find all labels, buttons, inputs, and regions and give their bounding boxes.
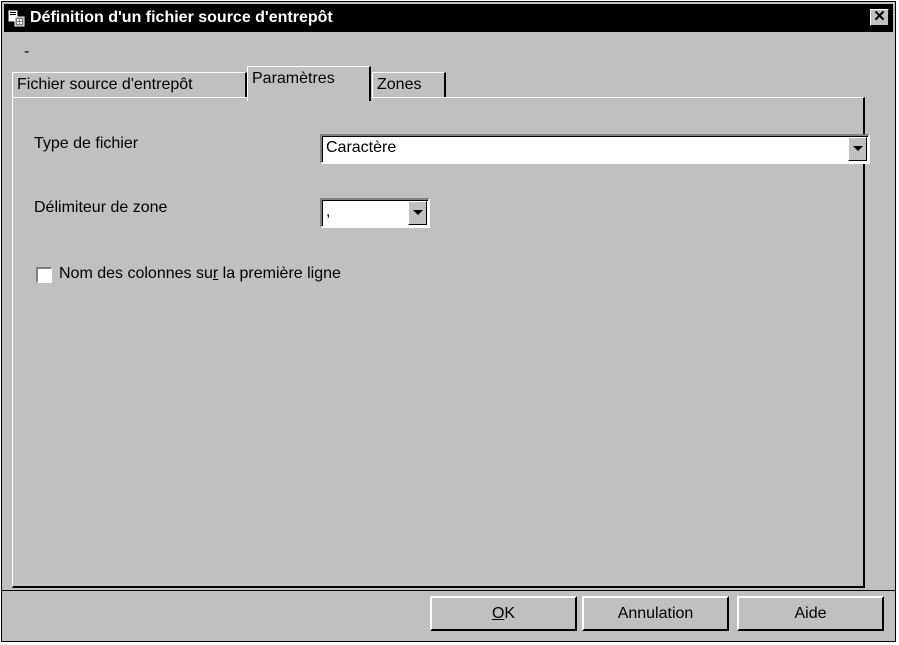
- ok-button[interactable]: OK: [430, 596, 577, 631]
- tab-zones[interactable]: Zones: [372, 72, 446, 98]
- help-label: Aide: [794, 605, 827, 622]
- button-bar-divider: [2, 590, 895, 591]
- ok-mnemonic: O: [491, 605, 505, 622]
- dialog-window: Définition d'un fichier source d'entrepô…: [1, 1, 896, 642]
- cancel-button[interactable]: Annulation: [582, 596, 729, 631]
- header-row-checkbox[interactable]: [36, 267, 52, 283]
- tab-panel: [12, 97, 865, 588]
- close-button[interactable]: ✕: [870, 9, 889, 26]
- delimiter-label: Délimiteur de zone: [34, 199, 168, 216]
- label-part: la première ligne: [218, 265, 341, 282]
- title-bar[interactable]: Définition d'un fichier source d'entrepô…: [4, 4, 893, 32]
- menu-placeholder: -: [24, 43, 30, 60]
- file-type-value: Caractère: [326, 139, 397, 156]
- tab-warehouse-source[interactable]: Fichier source d'entrepôt: [12, 72, 247, 98]
- file-type-dropdown-button[interactable]: [848, 137, 867, 161]
- delimiter-value: ,: [326, 203, 331, 220]
- chevron-down-icon: [853, 146, 863, 151]
- warehouse-file-icon: [7, 9, 25, 27]
- header-row-checkbox-label[interactable]: Nom des colonnes sur la première ligne: [59, 265, 341, 283]
- chevron-down-icon: [413, 210, 423, 215]
- tab-label: Paramètres: [252, 70, 335, 87]
- close-icon: ✕: [873, 8, 886, 25]
- cancel-label: Annulation: [617, 605, 694, 622]
- tab-label: Zones: [377, 76, 422, 93]
- help-button[interactable]: Aide: [737, 596, 884, 631]
- file-type-select[interactable]: Caractère: [320, 134, 870, 164]
- window-title: Définition d'un fichier source d'entrepô…: [30, 9, 333, 26]
- tab-parameters[interactable]: Paramètres: [247, 66, 371, 101]
- tab-label: Fichier source d'entrepôt: [17, 76, 193, 93]
- file-type-label: Type de fichier: [34, 135, 139, 152]
- label-part: Nom des colonnes su: [59, 265, 213, 282]
- ok-label: K: [504, 605, 516, 622]
- delimiter-select[interactable]: ,: [320, 198, 430, 228]
- delimiter-dropdown-button[interactable]: [408, 201, 427, 225]
